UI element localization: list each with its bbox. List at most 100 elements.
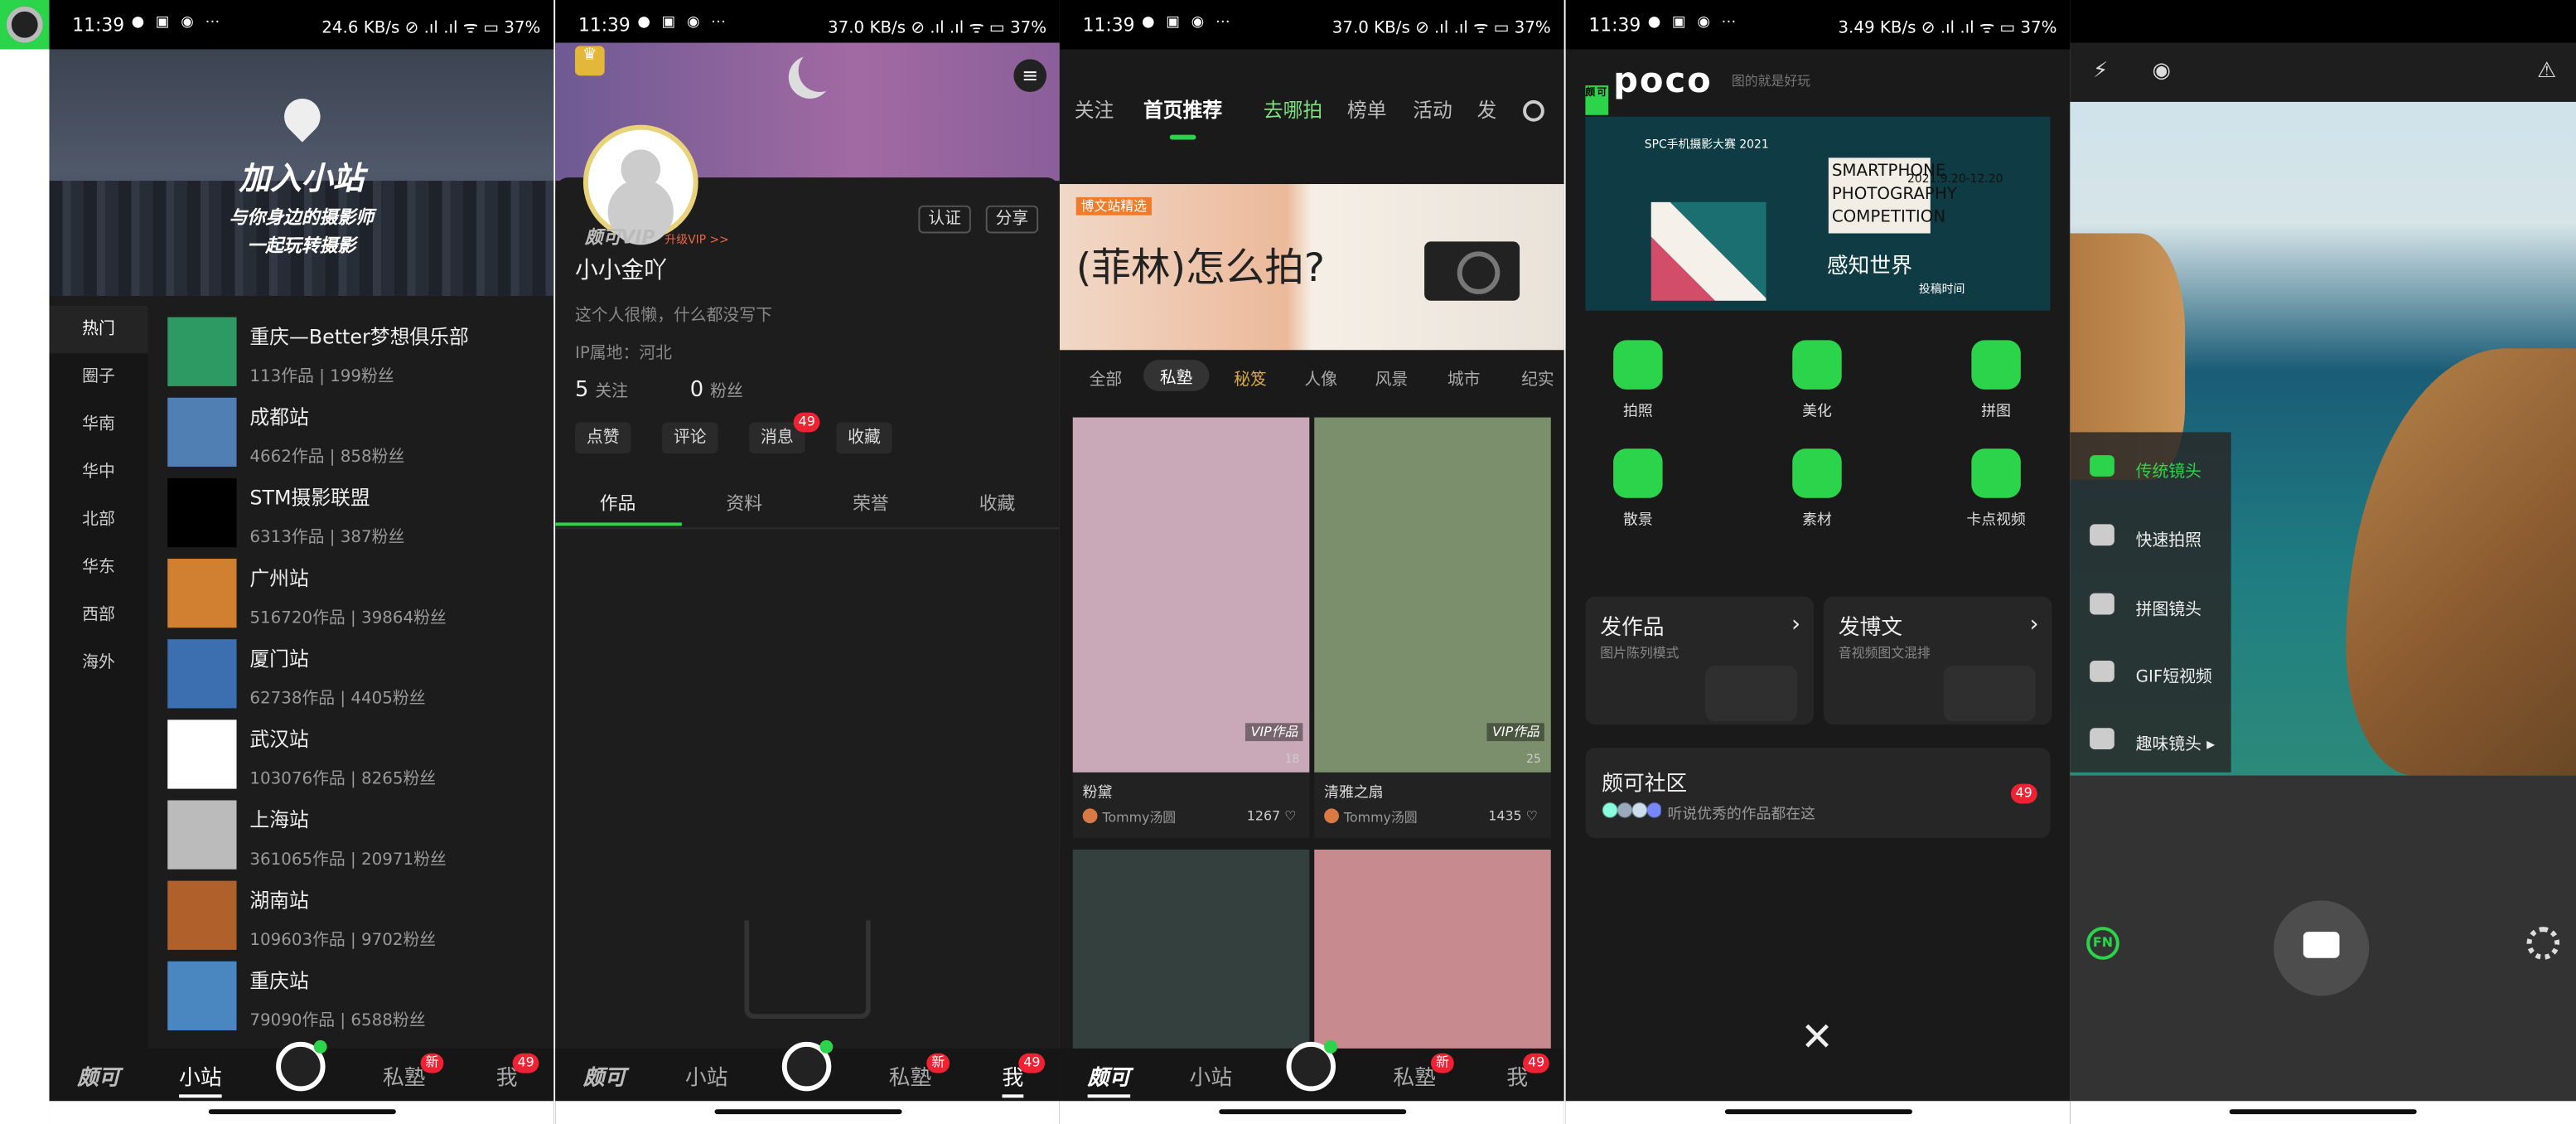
- station-row[interactable]: 上海站 361065作品 | 20971粉丝: [167, 800, 545, 880]
- app-avatar: [0, 0, 50, 50]
- station-name: 厦门站: [249, 647, 309, 671]
- tool-collage[interactable]: 拼图: [1947, 340, 2046, 421]
- cat-portrait[interactable]: 人像: [1304, 365, 1337, 390]
- tool-materials[interactable]: 素材: [1767, 448, 1866, 529]
- bio: 这个人很懒，什么都没写下: [574, 307, 772, 326]
- lens-classic[interactable]: 传统镜头: [2070, 452, 2230, 485]
- photo-author[interactable]: Tommy汤圆: [1082, 808, 1176, 826]
- tab-stations[interactable]: 小站: [685, 1060, 728, 1092]
- lens-gif[interactable]: GIF短视频: [2070, 657, 2230, 690]
- favorites-chip[interactable]: 收藏: [836, 422, 892, 454]
- menu-icon[interactable]: ≡: [1013, 59, 1047, 93]
- vip-label[interactable]: 颇可VIP 升级VIP >>: [585, 224, 729, 250]
- nav-recommend[interactable]: 首页推荐: [1143, 95, 1222, 124]
- nav-post[interactable]: 发: [1477, 95, 1497, 124]
- region-item[interactable]: 西部: [49, 592, 147, 639]
- camera-tab-icon[interactable]: [1286, 1039, 1337, 1092]
- cat-landscape[interactable]: 风景: [1375, 365, 1409, 390]
- likes-chip[interactable]: 点赞: [574, 422, 631, 454]
- region-item[interactable]: 华南: [49, 401, 147, 448]
- lens-fun[interactable]: 趣味镜头 ▸: [2070, 724, 2230, 758]
- lens-switch-icon[interactable]: ◉: [2152, 59, 2170, 84]
- station-row[interactable]: 重庆站 79090作品 | 6588粉丝: [167, 961, 545, 1042]
- tab-home[interactable]: 颇可: [583, 1060, 626, 1092]
- cat-private[interactable]: 私塾: [1143, 360, 1210, 391]
- community-card[interactable]: 颇可社区 听说优秀的作品都在这 49: [1585, 748, 2051, 839]
- bottom-tabbar: 颇可 小站 私塾 新 我 49: [555, 1039, 1060, 1102]
- member-avatars: [1602, 802, 1661, 819]
- station-row[interactable]: 成都站 4662作品 | 858粉丝: [167, 397, 545, 478]
- region-item[interactable]: 北部: [49, 497, 147, 544]
- like-count[interactable]: 1435 ♡: [1488, 808, 1538, 823]
- tab-works[interactable]: 作品: [600, 490, 636, 516]
- tab-stations[interactable]: 小站: [179, 1060, 222, 1098]
- folder-icon: [1792, 448, 1842, 498]
- nav-ranking[interactable]: 榜单: [1347, 95, 1387, 124]
- lens-quick[interactable]: 快速拍照: [2070, 521, 2230, 554]
- tool-beautify[interactable]: 美化: [1767, 340, 1866, 421]
- feed-banner[interactable]: 博文站精选 (菲林)怎么拍?: [1059, 184, 1564, 351]
- station-thumbnail: [167, 477, 237, 548]
- region-item[interactable]: 圈子: [49, 353, 147, 400]
- station-row[interactable]: STM摄影联盟 6313作品 | 387粉丝: [167, 477, 545, 559]
- station-row[interactable]: 厦门站 62738作品 | 4405粉丝: [167, 639, 545, 719]
- flash-icon[interactable]: ⚡: [2093, 59, 2108, 84]
- close-icon[interactable]: ✕: [1800, 1014, 1834, 1060]
- follow-count[interactable]: 5 关注: [575, 376, 628, 403]
- post-blog-card[interactable]: 发博文 音视频图文混排 ›: [1823, 596, 2052, 725]
- cat-all[interactable]: 全部: [1090, 365, 1123, 390]
- tool-beat-video[interactable]: 卡点视频: [1947, 448, 2046, 529]
- like-count[interactable]: 1267 ♡: [1247, 808, 1297, 823]
- station-row[interactable]: 武汉站 103076作品 | 8265粉丝: [167, 719, 545, 800]
- gear-icon[interactable]: [2526, 927, 2560, 960]
- contest-banner[interactable]: SPC手机摄影大赛 2021 SMARTPHONE PHOTOGRAPHY CO…: [1585, 116, 2051, 311]
- certify-button[interactable]: 认证: [918, 205, 971, 234]
- tab-honors[interactable]: 荣誉: [853, 490, 889, 516]
- tab-private[interactable]: 私塾: [383, 1060, 426, 1092]
- tab-home[interactable]: 颇可: [1087, 1060, 1131, 1098]
- station-row[interactable]: 广州站 516720作品 | 39864粉丝: [167, 559, 545, 639]
- status-icons: ● ▣ ◉ ⋯: [131, 14, 224, 31]
- camera-tab-icon[interactable]: [781, 1039, 834, 1092]
- warning-icon[interactable]: ⚠: [2537, 59, 2556, 84]
- join-station-banner[interactable]: 加入小站 与你身边的摄影师 一起玩转摄影: [49, 49, 554, 296]
- fn-button[interactable]: FN: [2086, 927, 2119, 960]
- photo-card[interactable]: [1314, 849, 1551, 1080]
- nav-events[interactable]: 活动: [1413, 95, 1452, 124]
- nav-follow[interactable]: 关注: [1075, 95, 1114, 124]
- cat-secrets[interactable]: 秘笈: [1234, 365, 1267, 390]
- photo-author[interactable]: Tommy汤圆: [1324, 808, 1418, 826]
- tool-shoot[interactable]: 拍照: [1588, 340, 1687, 421]
- region-item[interactable]: 华东: [49, 544, 147, 591]
- photo-card[interactable]: VIP作品 25 清雅之扇 Tommy汤圆 1435 ♡: [1314, 417, 1551, 839]
- status-time: 11:39: [72, 14, 125, 36]
- vip-crown-icon[interactable]: ♛: [574, 46, 605, 76]
- region-item[interactable]: 海外: [49, 639, 147, 686]
- station-row[interactable]: 重庆—Better梦想俱乐部 113作品 | 199粉丝: [167, 317, 545, 398]
- share-button[interactable]: 分享: [985, 205, 1039, 234]
- fans-count[interactable]: 0 粉丝: [690, 376, 743, 403]
- tab-home[interactable]: 颇可: [77, 1060, 120, 1092]
- tool-bokeh[interactable]: 散景: [1588, 448, 1687, 529]
- tab-private[interactable]: 私塾: [889, 1060, 932, 1092]
- photo-card[interactable]: [1072, 849, 1310, 1080]
- station-row[interactable]: 湖南站 109603作品 | 9702粉丝: [167, 880, 545, 962]
- tab-collect[interactable]: 收藏: [979, 490, 1016, 516]
- tab-private[interactable]: 私塾: [1393, 1060, 1436, 1092]
- photo-card[interactable]: VIP作品 18 粉黛 Tommy汤圆 1267 ♡: [1072, 417, 1310, 839]
- cat-city[interactable]: 城市: [1447, 365, 1481, 390]
- tab-info[interactable]: 资料: [726, 490, 762, 516]
- comments-chip[interactable]: 评论: [662, 422, 718, 454]
- upgrade-link[interactable]: 升级VIP >>: [665, 234, 728, 247]
- post-works-card[interactable]: 发作品 图片陈列模式 ›: [1585, 596, 1815, 725]
- poco-slogan: 图的就是好玩: [1731, 74, 1811, 90]
- region-item[interactable]: 热门: [49, 305, 148, 354]
- camera-tab-icon[interactable]: [276, 1039, 327, 1092]
- tab-stations[interactable]: 小站: [1190, 1060, 1233, 1092]
- region-item[interactable]: 华中: [49, 448, 147, 496]
- search-icon[interactable]: [1523, 99, 1544, 122]
- shutter-button[interactable]: [2274, 900, 2370, 996]
- nav-where-to-shoot[interactable]: 去哪拍: [1264, 95, 1322, 124]
- cat-documentary[interactable]: 纪实: [1521, 365, 1554, 390]
- lens-collage[interactable]: 拼图镜头: [2070, 590, 2230, 623]
